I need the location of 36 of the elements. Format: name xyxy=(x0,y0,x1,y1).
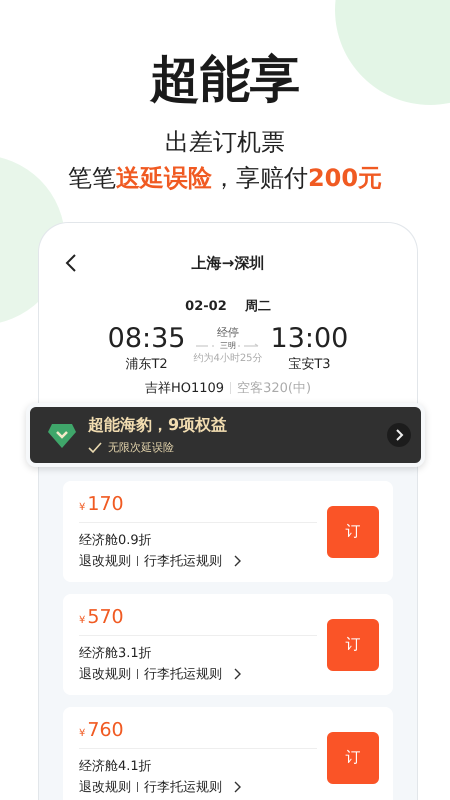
baggage-rules-link[interactable]: 行李托运规则 xyxy=(144,778,222,796)
arrival-airport: 宝安T3 xyxy=(287,356,332,373)
fare-price: ¥170 xyxy=(79,493,317,523)
membership-banner[interactable]: 超能海豹，9项权益 无限次延误险 xyxy=(26,403,425,467)
departure-airport: 浦东T2 xyxy=(124,356,169,373)
refund-rules-link[interactable]: 退改规则 xyxy=(79,778,131,796)
back-icon[interactable] xyxy=(65,254,77,272)
subtitle: 出差订机票 xyxy=(164,127,286,158)
route-title: 上海→深圳 xyxy=(192,254,264,272)
cabin-discount: 经济舱0.9折 xyxy=(79,532,153,549)
stopover-label: 经停 xyxy=(217,325,239,340)
flight-duration: 约为4小时25分 xyxy=(193,352,263,365)
aircraft-type: 空客320(中) xyxy=(237,380,312,397)
stopover-city: 三明 xyxy=(220,340,236,351)
chevron-right-icon[interactable] xyxy=(387,423,411,447)
fare-price: ¥760 xyxy=(79,719,317,749)
flight-number: 吉祥HO1109 xyxy=(144,380,224,397)
benefit-text: 无限次延误险 xyxy=(108,440,174,455)
chevron-right-icon[interactable] xyxy=(234,781,242,793)
baggage-rules-link[interactable]: 行李托运规则 xyxy=(144,665,222,683)
subtitle: 笔笔送延误险，享赔付200元 xyxy=(66,163,384,194)
baggage-rules-link[interactable]: 行李托运规则 xyxy=(144,552,222,570)
refund-rules-link[interactable]: 退改规则 xyxy=(79,665,131,683)
banner-title: 超能海豹，9项权益 xyxy=(88,415,228,436)
departure-time: 08:35 xyxy=(108,323,186,355)
arrival-time: 13:00 xyxy=(270,323,348,355)
chevron-right-icon[interactable] xyxy=(234,668,242,680)
flight-date: 02-02 周二 xyxy=(184,298,272,315)
cabin-discount: 经济舱4.1折 xyxy=(79,758,153,775)
headline: 超能享 xyxy=(148,49,301,110)
shield-icon xyxy=(48,422,76,448)
cabin-discount: 经济舱3.1折 xyxy=(79,645,153,662)
fare-price: ¥570 xyxy=(79,606,317,636)
chevron-right-icon[interactable] xyxy=(234,555,242,567)
check-icon xyxy=(88,442,102,454)
refund-rules-link[interactable]: 退改规则 xyxy=(79,552,131,570)
